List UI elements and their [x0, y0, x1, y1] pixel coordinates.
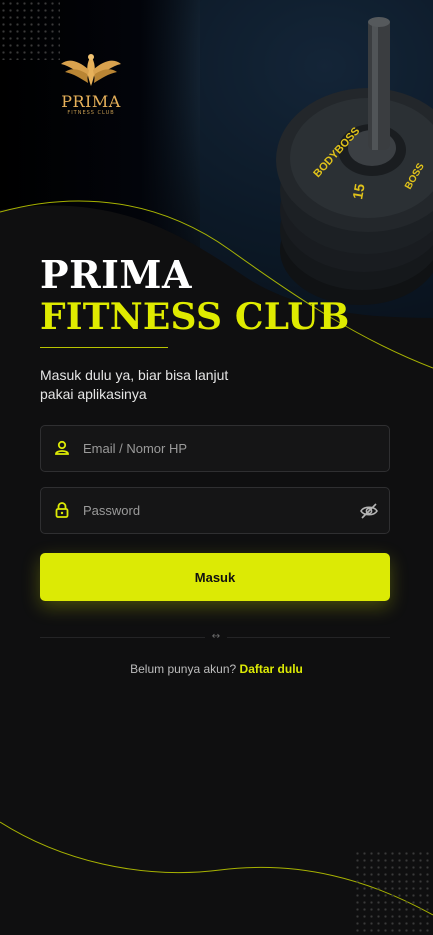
svg-text:15: 15 [349, 182, 367, 200]
password-field[interactable] [40, 487, 390, 534]
password-input[interactable] [83, 488, 353, 533]
user-icon [55, 440, 69, 455]
eye-off-icon[interactable] [359, 501, 379, 521]
phoenix-logo-icon [61, 54, 121, 86]
brand-title-line2: FITNESS CLUB [40, 296, 350, 338]
brand-logo: PRIMA FITNESS CLUB [56, 52, 126, 118]
register-link[interactable]: Daftar dulu [240, 662, 303, 676]
register-text: Belum punya akun? [130, 662, 237, 676]
login-button[interactable]: Masuk [40, 553, 390, 601]
lock-icon [55, 502, 69, 518]
logo-text: PRIMA [61, 92, 121, 111]
divider-symbol: ↔ [205, 630, 227, 644]
logo-subtitle: FITNESS CLUB [67, 110, 115, 116]
brand-title-line1: PRIMA [40, 252, 192, 297]
brand-heading: PRIMA FITNESS CLUB [40, 252, 350, 339]
email-input[interactable] [83, 426, 353, 471]
tagline: Masuk dulu ya, biar bisa lanjut pakai ap… [40, 367, 229, 402]
brand-underline [40, 347, 168, 348]
email-field[interactable] [40, 425, 390, 472]
bottom-dot-pattern [354, 850, 433, 935]
register-prompt: Belum punya akun? Daftar dulu [0, 662, 433, 676]
